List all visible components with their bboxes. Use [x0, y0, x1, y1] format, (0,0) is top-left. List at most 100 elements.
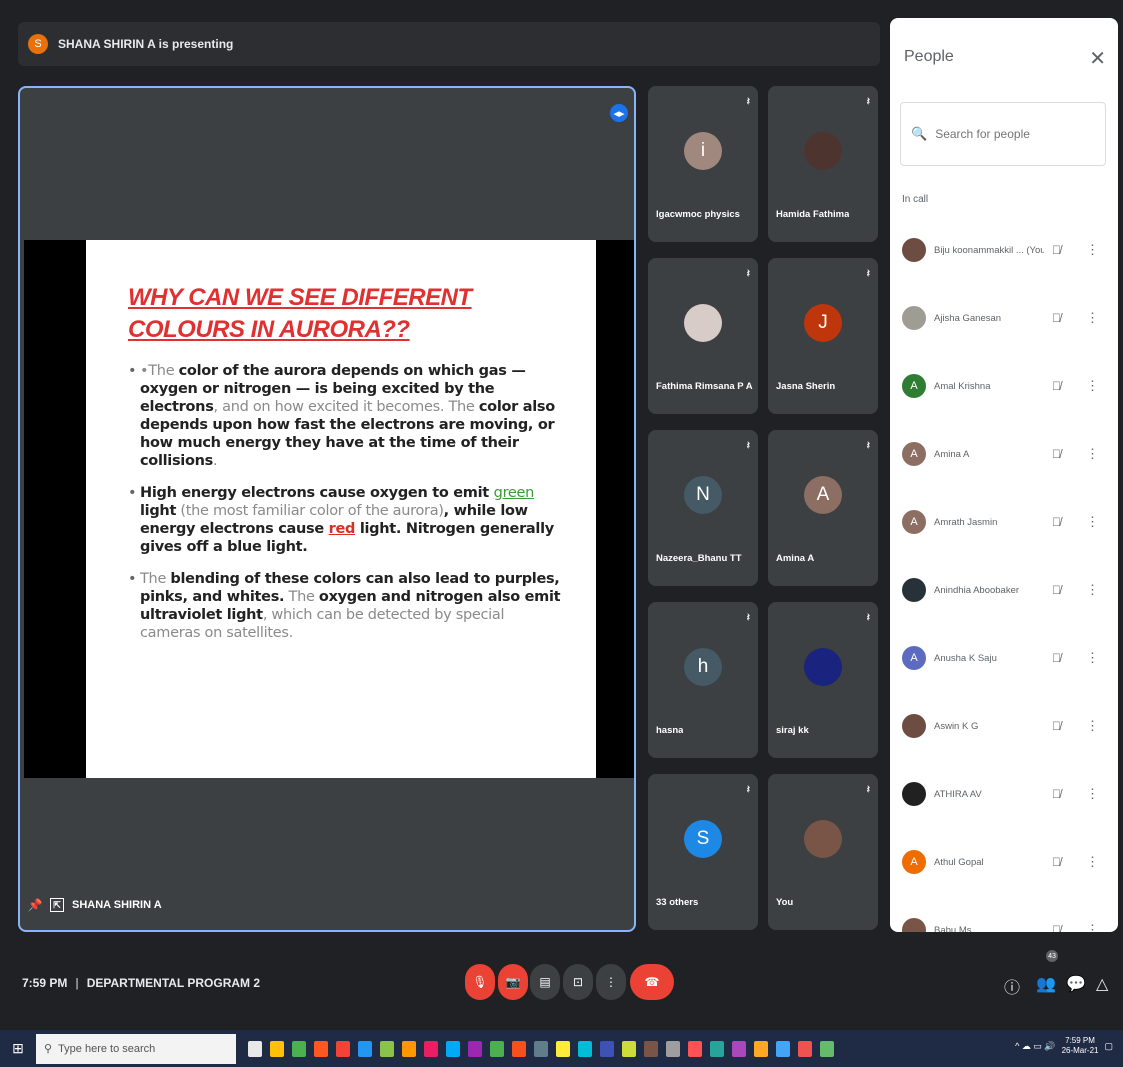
people-list-item[interactable]: A Amina A 🎙̸ ⋮ — [890, 420, 1118, 488]
mic-muted-icon[interactable]: 🎙̸ — [1052, 923, 1061, 932]
taskbar-app-icon[interactable] — [622, 1040, 636, 1057]
people-list-item[interactable]: ATHIRA AV 🎙̸ ⋮ — [890, 760, 1118, 828]
chat-icon[interactable]: 💬 — [1066, 974, 1086, 994]
mic-muted-icon[interactable]: 🎙̸ — [1052, 583, 1061, 597]
taskbar-app-icon[interactable] — [644, 1040, 658, 1057]
participant-tile[interactable]: 𝄽 Hamida Fathima — [768, 86, 878, 242]
participant-tile[interactable]: 𝄽 Fathima Rimsana P A — [648, 258, 758, 414]
mic-muted-icon: 𝄽 — [746, 612, 750, 624]
taskbar-app-icon[interactable] — [292, 1040, 306, 1057]
mic-muted-icon[interactable]: 🎙̸ — [1052, 651, 1061, 665]
avatar — [902, 782, 926, 806]
mic-muted-icon: 𝄽 — [866, 268, 870, 280]
people-icon[interactable]: 👥 — [1036, 974, 1056, 994]
taskbar-app-icon[interactable] — [732, 1040, 746, 1057]
taskbar-app-icon[interactable] — [314, 1040, 328, 1057]
taskbar-app-icon[interactable] — [248, 1040, 262, 1057]
present-now-button[interactable]: ⊡ — [563, 964, 593, 1000]
taskbar-app-icon[interactable] — [600, 1040, 614, 1057]
leave-call-button[interactable]: ☎ — [630, 964, 674, 1000]
main-stage[interactable]: ◂▸ WHY CAN WE SEE DIFFERENT COLOURS IN A… — [18, 86, 636, 932]
more-options-button[interactable]: ⋮ — [596, 964, 626, 1000]
taskbar-app-icon[interactable] — [402, 1040, 416, 1057]
taskbar-app-icon[interactable] — [380, 1040, 394, 1057]
taskbar-app-icon[interactable] — [798, 1040, 812, 1057]
participant-name: siraj kk — [776, 725, 809, 736]
notifications-icon[interactable]: ▢ — [1104, 1041, 1113, 1052]
mic-muted-icon: 𝄽 — [866, 612, 870, 624]
people-list-item[interactable]: Aswin K G 🎙̸ ⋮ — [890, 692, 1118, 760]
search-input[interactable] — [935, 127, 1086, 141]
people-list-item[interactable]: Biju koonammakkil ... (You) 🎙̸ ⋮ — [890, 216, 1118, 284]
captions-button[interactable]: ▤ — [530, 964, 560, 1000]
people-list-item[interactable]: A Anusha K Saju 🎙̸ ⋮ — [890, 624, 1118, 692]
participant-tile[interactable]: 𝄽 h hasna — [648, 602, 758, 758]
participant-tile[interactable]: 𝄽 A Amina A — [768, 430, 878, 586]
people-list-item[interactable]: A Athul Gopal 🎙̸ ⋮ — [890, 828, 1118, 896]
taskbar-app-icon[interactable] — [754, 1040, 768, 1057]
participant-tile[interactable]: 𝄽 siraj kk — [768, 602, 878, 758]
present-icon[interactable]: ⇱ — [50, 898, 64, 912]
info-icon[interactable]: ⓘ — [1004, 974, 1020, 998]
close-icon[interactable]: ✕ — [1089, 46, 1106, 71]
people-list-item[interactable]: A Amal Krishna 🎙̸ ⋮ — [890, 352, 1118, 420]
taskbar-app-icon[interactable] — [820, 1040, 834, 1057]
more-options-icon[interactable]: ⋮ — [1086, 854, 1099, 870]
participant-tile[interactable]: 𝄽 N Nazeera_Bhanu TT — [648, 430, 758, 586]
avatar — [804, 820, 842, 858]
more-options-icon[interactable]: ⋮ — [1086, 786, 1099, 802]
people-list-item[interactable]: Babu Ms 🎙̸ ⋮ — [890, 896, 1118, 932]
more-options-icon[interactable]: ⋮ — [1086, 718, 1099, 734]
meeting-title: DEPARTMENTAL PROGRAM 2 — [86, 976, 261, 990]
more-options-icon[interactable]: ⋮ — [1086, 446, 1099, 462]
taskbar-app-icon[interactable] — [578, 1040, 592, 1057]
participant-tile[interactable]: 𝄽 S 33 others — [648, 774, 758, 930]
person-name: Anindhia Aboobaker — [934, 584, 1020, 596]
people-list-item[interactable]: A Amrath Jasmin 🎙̸ ⋮ — [890, 488, 1118, 556]
more-options-icon[interactable]: ⋮ — [1086, 582, 1099, 598]
taskbar-app-icon[interactable] — [512, 1040, 526, 1057]
more-options-icon[interactable]: ⋮ — [1086, 378, 1099, 394]
more-options-icon[interactable]: ⋮ — [1086, 514, 1099, 530]
mic-muted-icon[interactable]: 🎙̸ — [1052, 447, 1061, 461]
more-options-icon[interactable]: ⋮ — [1086, 310, 1099, 326]
more-options-icon[interactable]: ⋮ — [1086, 922, 1099, 932]
people-search[interactable]: 🔍 — [900, 102, 1106, 166]
mic-muted-icon[interactable]: 🎙̸ — [1052, 719, 1061, 733]
participant-name: Hamida Fathima — [776, 209, 850, 220]
taskbar-app-icon[interactable] — [666, 1040, 680, 1057]
pin-icon[interactable]: 📌 — [28, 898, 43, 912]
taskbar-app-icon[interactable] — [710, 1040, 724, 1057]
taskbar-app-icon[interactable] — [468, 1040, 482, 1057]
taskbar-app-icon[interactable] — [490, 1040, 504, 1057]
mic-muted-icon[interactable]: 🎙̸ — [1052, 787, 1061, 801]
mic-muted-icon[interactable]: 🎙̸ — [1052, 515, 1061, 529]
participant-tile[interactable]: 𝄽 i lgacwmoc physics — [648, 86, 758, 242]
mic-muted-icon[interactable]: 🎙̸ — [1052, 243, 1061, 257]
taskbar-app-icon[interactable] — [556, 1040, 570, 1057]
participant-tile[interactable]: 𝄽 You — [768, 774, 878, 930]
people-list-item[interactable]: Ajisha Ganesan 🎙̸ ⋮ — [890, 284, 1118, 352]
taskbar-clock[interactable]: 7:59 PM 26-Mar-21 — [1062, 1036, 1099, 1056]
taskbar-app-icon[interactable] — [336, 1040, 350, 1057]
activities-icon[interactable]: △ — [1096, 974, 1108, 994]
mic-muted-icon[interactable]: 🎙̸ — [1052, 379, 1061, 393]
taskbar-search[interactable]: ⚲ Type here to search — [36, 1033, 236, 1064]
mic-off-button[interactable]: 🎙 — [465, 964, 495, 1000]
mic-muted-icon[interactable]: 🎙̸ — [1052, 311, 1061, 325]
people-list-item[interactable]: Anindhia Aboobaker 🎙̸ ⋮ — [890, 556, 1118, 624]
mic-muted-icon[interactable]: 🎙̸ — [1052, 855, 1061, 869]
taskbar-app-icon[interactable] — [424, 1040, 438, 1057]
taskbar-app-icon[interactable] — [358, 1040, 372, 1057]
windows-start-icon[interactable]: ⊞ — [0, 1040, 36, 1057]
more-options-icon[interactable]: ⋮ — [1086, 650, 1099, 666]
taskbar-app-icon[interactable] — [688, 1040, 702, 1057]
participant-tile[interactable]: 𝄽 J Jasna Sherin — [768, 258, 878, 414]
more-options-icon[interactable]: ⋮ — [1086, 242, 1099, 258]
taskbar-app-icon[interactable] — [446, 1040, 460, 1057]
taskbar-app-icon[interactable] — [270, 1040, 284, 1057]
taskbar-app-icon[interactable] — [534, 1040, 548, 1057]
taskbar-app-icon[interactable] — [776, 1040, 790, 1057]
camera-off-button[interactable]: 📷 — [498, 964, 528, 1000]
tray-icons[interactable]: ^ ☁ ▭ 🔊 — [1015, 1041, 1055, 1052]
